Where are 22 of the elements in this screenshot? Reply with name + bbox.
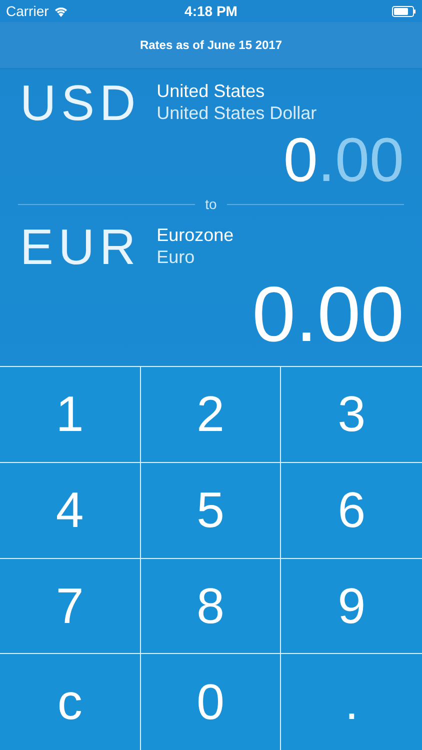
keypad-key[interactable]: 5	[140, 462, 282, 558]
amount-display: 0.00	[283, 128, 404, 194]
currency-name: United States Dollar	[156, 102, 317, 124]
clock-time: 4:18 PM	[184, 3, 238, 19]
rates-date-title: Rates as of June 15 2017	[140, 38, 282, 52]
currency-code[interactable]: EUR	[20, 222, 141, 272]
keypad-key[interactable]: 1	[0, 367, 141, 463]
keypad-key[interactable]: 8	[140, 558, 282, 654]
battery-icon	[392, 6, 416, 16]
to-label: to	[205, 196, 217, 212]
keypad-key[interactable]: 4	[0, 462, 141, 558]
keypad-key[interactable]: 3	[281, 367, 422, 463]
currency-code[interactable]: USD	[20, 78, 141, 128]
wifi-icon	[54, 6, 68, 16]
region-name: United States	[156, 80, 266, 102]
keypad-key[interactable]: 7	[0, 558, 141, 654]
currency-name: Euro	[156, 246, 196, 268]
carrier-label: Carrier	[6, 3, 49, 19]
amount-display: 0.00	[252, 272, 404, 356]
keypad-key[interactable]: 2	[140, 367, 282, 463]
region-name: Eurozone	[156, 224, 234, 246]
keypad-key[interactable]: 6	[281, 462, 422, 558]
